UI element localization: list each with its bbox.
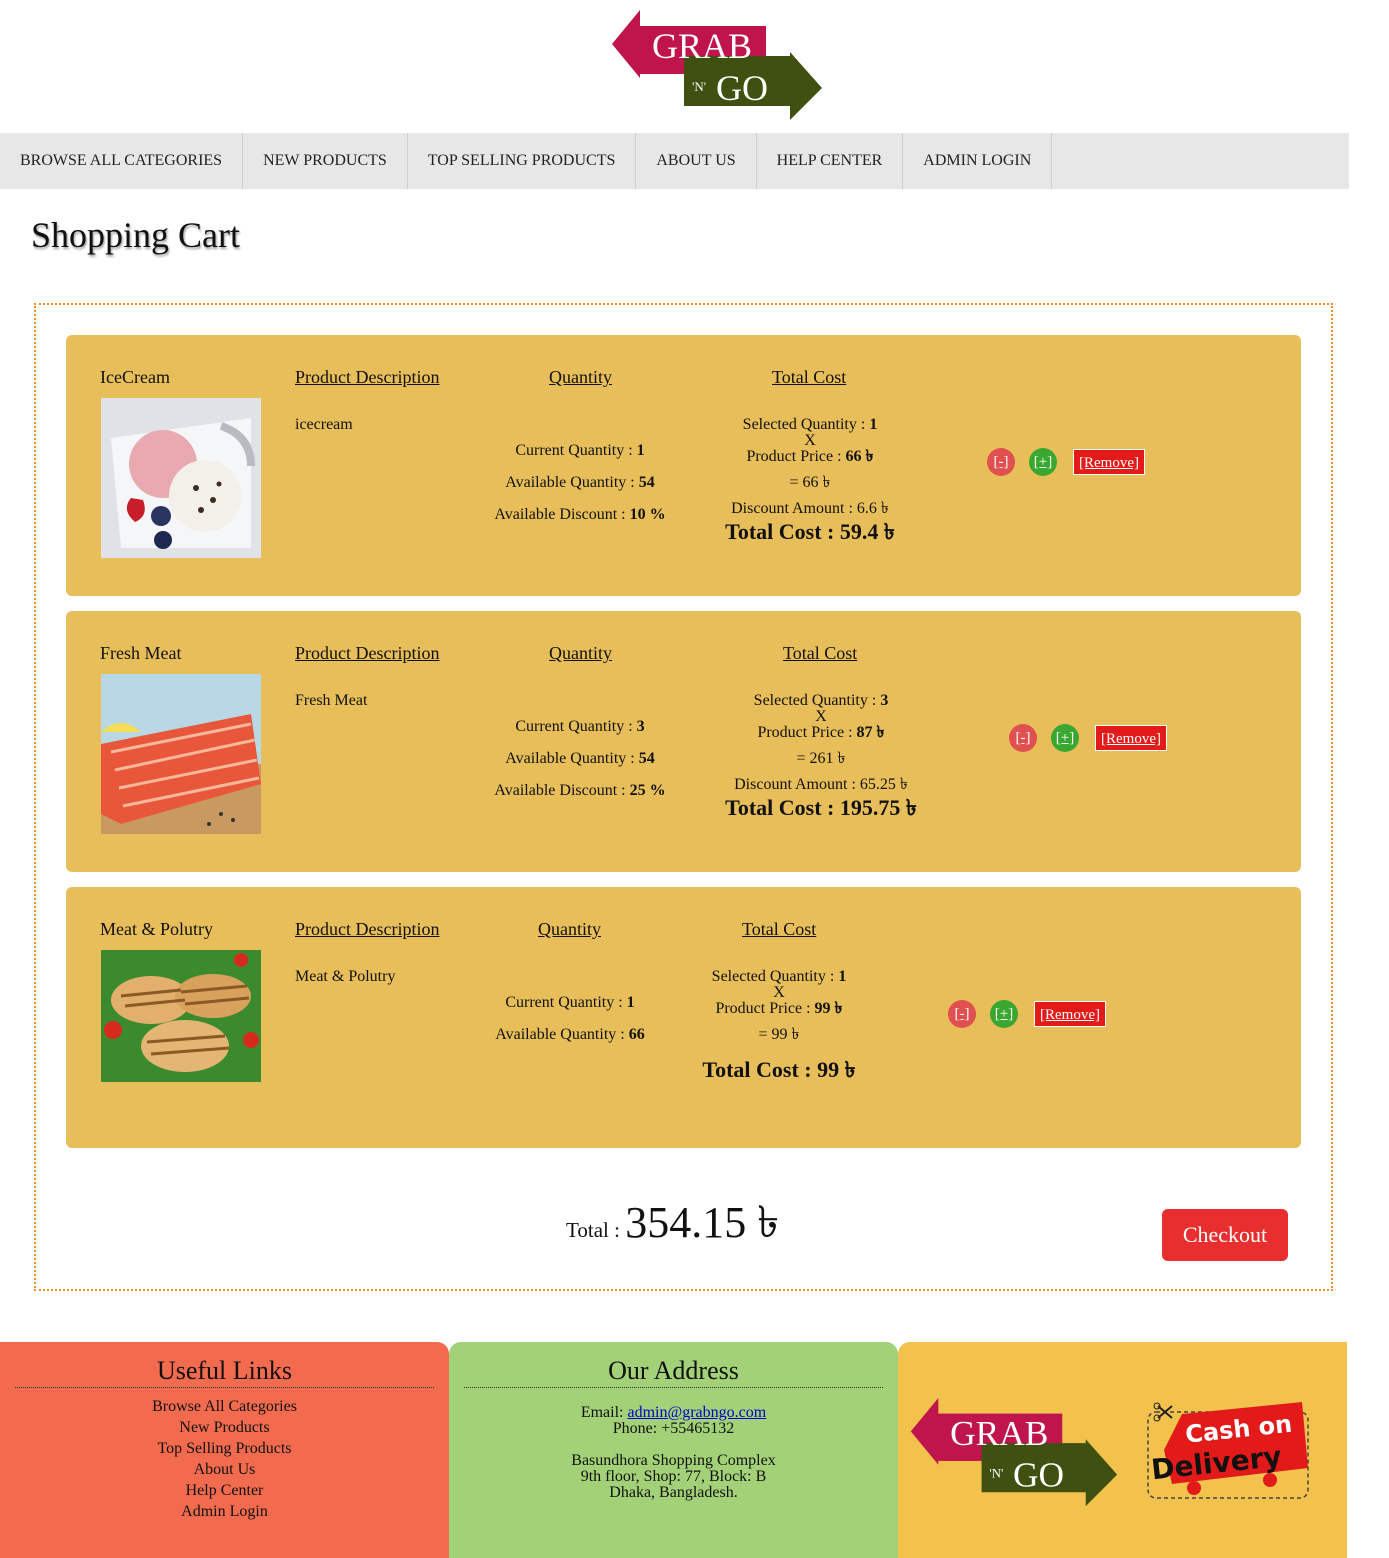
logo-go-text: GO <box>716 68 768 108</box>
remove-item-button[interactable]: [Remove] <box>1073 449 1145 475</box>
grand-total-label: Total : <box>566 1218 626 1242</box>
footer-email: Email: admin@grabngo.com <box>580 1404 767 1421</box>
cost-info: Selected Quantity : 1 X Product Price : … <box>669 967 889 1083</box>
logo-grab-text: GRAB <box>652 26 752 66</box>
footer-useful-links: Useful Links Browse All Categories New P… <box>0 1342 449 1558</box>
header-total-cost: Total Cost <box>742 919 817 939</box>
address-line: Basundhora Shopping Complex <box>571 1452 776 1469</box>
quantity-info: Current Quantity : 1 Available Quantity … <box>480 987 660 1051</box>
available-discount: Available Discount : 25 % <box>494 782 666 799</box>
footer-link-admin-login[interactable]: Admin Login <box>0 1501 449 1522</box>
subtotal: = 66 ৳ <box>789 474 831 491</box>
grand-total: Total : 354.15 ৳ <box>566 1189 779 1262</box>
cost-info: Selected Quantity : 1 X Product Price : … <box>700 415 920 545</box>
current-quantity: Current Quantity : 3 <box>515 718 645 735</box>
header-product-description: Product Description <box>295 919 440 939</box>
product-name: Fresh Meat <box>100 643 182 663</box>
current-quantity: Current Quantity : 1 <box>505 994 635 1011</box>
checkout-button[interactable]: Checkout <box>1162 1209 1288 1261</box>
decrease-quantity-button[interactable]: [-] <box>948 1000 976 1028</box>
remove-item-button[interactable]: [Remove] <box>1034 1001 1106 1027</box>
nav-browse-all-categories[interactable]: BROWSE ALL CATEGORIES <box>0 133 244 189</box>
available-quantity: Available Quantity : 54 <box>505 750 655 767</box>
main-nav: BROWSE ALL CATEGORIES NEW PRODUCTS TOP S… <box>0 133 1349 189</box>
decrease-quantity-button[interactable]: [-] <box>1009 724 1037 752</box>
cart-container: IceCream Product Description icecream Qu… <box>34 303 1333 1291</box>
nav-top-selling-products[interactable]: TOP SELLING PRODUCTS <box>408 133 637 189</box>
product-image-meat-polutry <box>101 950 261 1082</box>
product-price: Product Price : 66 ৳ <box>746 448 874 465</box>
remove-item-button[interactable]: [Remove] <box>1095 725 1167 751</box>
footer-address-title: Our Address <box>464 1342 883 1388</box>
item-total-cost: Total Cost : 195.75 ৳ <box>725 795 917 820</box>
product-image-fresh-meat <box>101 674 261 834</box>
header-quantity: Quantity <box>549 367 612 387</box>
product-description: icecream <box>295 416 353 433</box>
cart-item-meat-polutry: Meat & Polutry Product Description Meat … <box>66 887 1301 1148</box>
footer-grabngo-logo: GRAB 'N' GO <box>908 1396 1120 1515</box>
nav-help-center[interactable]: HELP CENTER <box>757 133 904 189</box>
item-total-cost: Total Cost : 99 ৳ <box>702 1057 856 1082</box>
nav-admin-login[interactable]: ADMIN LOGIN <box>903 133 1053 189</box>
increase-quantity-button[interactable]: [+] <box>990 1000 1018 1028</box>
product-description: Meat & Polutry <box>295 968 396 985</box>
email-link[interactable]: admin@grabngo.com <box>627 1404 766 1421</box>
increase-quantity-button[interactable]: [+] <box>1029 448 1057 476</box>
footer-link-top-selling-products[interactable]: Top Selling Products <box>0 1438 449 1459</box>
nav-new-products[interactable]: NEW PRODUCTS <box>243 133 408 189</box>
product-image-icecream <box>101 398 261 558</box>
discount-amount: Discount Amount : 65.25 ৳ <box>734 776 908 793</box>
footer-link-about-us[interactable]: About Us <box>0 1459 449 1480</box>
product-price: Product Price : 87 ৳ <box>757 724 885 741</box>
current-quantity: Current Quantity : 1 <box>515 442 645 459</box>
header-total-cost: Total Cost <box>772 367 847 387</box>
svg-text:GRAB: GRAB <box>950 1413 1048 1453</box>
multiply-sign: X <box>804 432 816 449</box>
svg-text:'N': 'N' <box>989 1467 1003 1481</box>
footer-links-title: Useful Links <box>15 1342 434 1388</box>
product-description: Fresh Meat <box>295 692 368 709</box>
footer-link-new-products[interactable]: New Products <box>0 1417 449 1438</box>
footer: Useful Links Browse All Categories New P… <box>0 1342 1347 1558</box>
discount-amount: Discount Amount : 6.6 ৳ <box>731 500 889 517</box>
page-title: Shopping Cart <box>31 215 241 255</box>
product-price: Product Price : 99 ৳ <box>715 1000 843 1017</box>
footer-brand: GRAB 'N' GO Cash on Delivery <box>898 1342 1347 1558</box>
grand-total-value: 354.15 ৳ <box>625 1198 780 1247</box>
item-total-cost: Total Cost : 59.4 ৳ <box>725 519 895 544</box>
cash-on-delivery-badge: Cash on Delivery <box>1142 1398 1314 1509</box>
header-product-description: Product Description <box>295 643 440 663</box>
product-name: IceCream <box>100 367 170 387</box>
svg-text:GO: GO <box>1013 1454 1064 1494</box>
address-line: Dhaka, Bangladesh. <box>609 1484 738 1501</box>
quantity-info: Current Quantity : 3 Available Quantity … <box>490 711 670 807</box>
header-total-cost: Total Cost <box>783 643 858 663</box>
multiply-sign: X <box>815 708 827 725</box>
cost-info: Selected Quantity : 3 X Product Price : … <box>710 691 932 821</box>
header-quantity: Quantity <box>538 919 601 939</box>
subtotal: = 99 ৳ <box>758 1026 800 1043</box>
subtotal: = 261 ৳ <box>796 750 846 767</box>
quantity-info: Current Quantity : 1 Available Quantity … <box>490 435 670 531</box>
footer-address: Our Address Email: admin@grabngo.com Pho… <box>449 1342 898 1558</box>
multiply-sign: X <box>773 984 785 1001</box>
increase-quantity-button[interactable]: [+] <box>1051 724 1079 752</box>
footer-link-browse-all-categories[interactable]: Browse All Categories <box>0 1396 449 1417</box>
decrease-quantity-button[interactable]: [-] <box>987 448 1015 476</box>
footer-phone: Phone: +55465132 <box>612 1420 735 1437</box>
available-quantity: Available Quantity : 54 <box>505 474 655 491</box>
available-discount: Available Discount : 10 % <box>494 506 666 523</box>
address-line: 9th floor, Shop: 77, Block: B <box>580 1468 767 1485</box>
nav-about-us[interactable]: ABOUT US <box>636 133 757 189</box>
cart-item-icecream: IceCream Product Description icecream Qu… <box>66 335 1301 596</box>
header-quantity: Quantity <box>549 643 612 663</box>
logo-n-text: 'N' <box>692 79 706 94</box>
footer-link-help-center[interactable]: Help Center <box>0 1480 449 1501</box>
product-name: Meat & Polutry <box>100 919 213 939</box>
available-quantity: Available Quantity : 66 <box>495 1026 645 1043</box>
cart-item-fresh-meat: Fresh Meat Product Description Fresh Mea… <box>66 611 1301 872</box>
header-product-description: Product Description <box>295 367 440 387</box>
grabngo-logo[interactable]: GRAB 'N' GO <box>610 8 824 124</box>
